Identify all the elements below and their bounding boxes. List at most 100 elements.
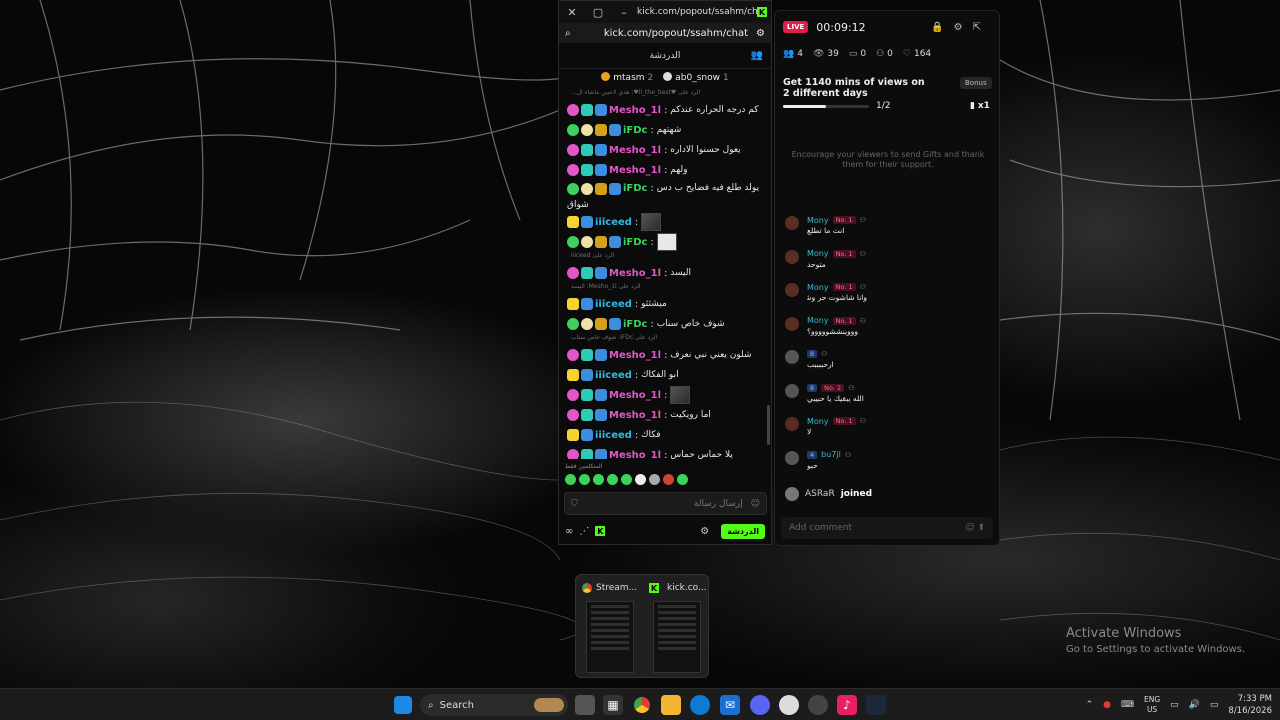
tiktok-icon[interactable]: ♪ [837,695,857,715]
chat-message[interactable]: Mesho_1l: يعول حسنوا الاداره [559,140,771,160]
taskbar-search[interactable]: ⌕ Search [420,694,568,716]
chat-message[interactable]: iiiceed: [559,212,771,232]
emoji-icon[interactable]: ☺ [965,523,974,533]
lock-icon[interactable]: 🔒 [931,22,953,33]
chat-username[interactable]: iiiceed [595,299,632,310]
mail-icon[interactable]: ✉ [720,695,740,715]
chat-message[interactable]: iFDc: يولد طلع فيه فضايح ب دس [559,180,771,210]
chat-message[interactable]: Mesho_1l: كم درجه الحراره عندكم [559,100,771,120]
chat-message[interactable]: iFDc: [559,232,771,252]
feed-comment[interactable]: Mony No. 1 ⚇ انت ما تطلع [781,214,995,248]
pinned-user[interactable]: mtasm 2 [601,71,653,83]
battery-icon[interactable]: ▭ [1210,700,1219,710]
task-view-icon[interactable] [575,695,595,715]
chat-username[interactable]: Mesho_1l [609,268,661,279]
chat-username[interactable]: iFDc [623,125,648,136]
send-button[interactable]: الدردشة [721,523,765,539]
chat-message[interactable]: iiiceed: فكاك [559,425,771,445]
chat-username[interactable]: Mesho_1l [609,105,661,116]
edge-icon[interactable] [690,695,710,715]
network-icon[interactable]: ▭ [1170,700,1179,710]
file-explorer-icon[interactable] [661,695,681,715]
steam-icon[interactable] [866,695,886,715]
chat-scrollbar[interactable] [767,405,770,445]
chat-username[interactable]: Mesho_1l [609,165,661,176]
chat-username[interactable]: Mesho_1l [609,450,661,460]
chat-username[interactable]: iiiceed [595,430,632,441]
emote-icon[interactable] [607,474,618,485]
chat-image[interactable] [670,386,691,404]
url-bar[interactable]: ⌕ kick.com/popout/ssahm/chat ⚙ [559,23,771,43]
settings-icon[interactable]: ⚙ [756,28,765,39]
chat-image[interactable] [656,233,677,251]
feed-username[interactable]: Mony [807,249,829,258]
chat-username[interactable]: iFDc [623,319,648,330]
feed-username[interactable]: bu7jl [821,450,841,459]
chat-username[interactable]: Mesho_1l [609,350,661,361]
obs-icon[interactable] [808,695,828,715]
emote-icon[interactable] [677,474,688,485]
chat-username[interactable]: Mesho_1l [609,410,661,421]
preview-kick[interactable]: Kkick.co... [643,575,710,679]
emote-icon[interactable] [565,474,576,485]
chat-username[interactable]: iiiceed [595,217,632,228]
store-icon[interactable]: ▦ [603,695,623,715]
chat-image[interactable] [641,213,662,231]
keyboard-icon[interactable]: ⌨ [1121,700,1134,710]
chat-message[interactable]: iFDc: شهتهم [559,120,771,140]
feed-username[interactable]: Mony [807,283,829,292]
feed-comment[interactable]: 8 ⚇ ارحببببب [781,348,995,382]
emote-icon[interactable] [663,474,674,485]
chat-username[interactable]: Mesho_1l [609,390,661,401]
chat-username[interactable]: iFDc [623,237,648,248]
emote-icon[interactable] [649,474,660,485]
feed-comment[interactable]: MonyNo. 1⚇وانا شاشوت حر وشو اول يوم [781,281,995,315]
language-indicator[interactable]: ENG US [1144,695,1160,715]
settings-app-icon[interactable] [779,695,799,715]
emoji-icon[interactable]: ☺ [751,499,760,509]
gear-icon[interactable]: ⚙ [954,22,973,33]
maximize-icon[interactable]: ▢ [585,6,611,19]
chat-message[interactable]: Mesho_1l: [559,385,771,405]
feed-comment[interactable]: 8 No. 2 ⚇ الله يبقيك يا حبيبي [781,382,995,416]
emote-icon[interactable] [635,474,646,485]
chat-message[interactable]: iiiceed: ميشثثو [559,294,771,314]
feed-comment[interactable]: Mony No. 1 ⚇ لا [781,415,995,449]
volume-icon[interactable]: 🔊 [1189,700,1200,710]
emote-icon[interactable] [579,474,590,485]
discord-icon[interactable] [750,695,770,715]
feed-username[interactable]: Mony [807,417,829,426]
minimize-icon[interactable]: – [611,6,637,19]
infinity-icon[interactable]: ∞ [565,526,573,537]
chat-message[interactable]: iiiceed: ابو الفكاك [559,365,771,385]
chat-username[interactable]: Mesho_1l [609,145,661,156]
chat-message[interactable]: Mesho_1l: يلا حماس حماس [559,445,771,459]
comment-input[interactable]: Add comment ☺ ⬆ [781,517,993,539]
share-icon[interactable]: ⋰ [579,526,589,537]
chat-input[interactable]: ⛉ إرسال رسالة ☺ [564,492,767,515]
emote-icon[interactable] [593,474,604,485]
chat-username[interactable]: iiiceed [595,370,632,381]
chat-message[interactable]: Mesho_1l: اما رويكيت [559,405,771,425]
chevron-up-icon[interactable]: ⌃ [1086,700,1094,710]
feed-username[interactable]: Mony [807,316,829,325]
chat-username[interactable]: iFDc [623,183,648,194]
chat-message[interactable]: Mesho_1l: اليسد [559,263,771,283]
feed-comment[interactable]: Mony No. 1 ⚇ وووينششووووو؟ [781,315,995,349]
feed-comment[interactable]: Mony No. 1 ⚇ متوحد [781,248,995,282]
close-icon[interactable]: ✕ [559,6,585,19]
chat-message[interactable]: Mesho_1l: ولهم [559,160,771,180]
emote-icon[interactable] [621,474,632,485]
microphone-icon[interactable]: ● [1103,700,1111,710]
feed-comment[interactable]: 4 bu7jl ⚇ حبو [781,449,995,483]
users-icon[interactable]: 👥 [751,50,763,61]
preview-stream[interactable]: Stream... [576,575,643,679]
pinned-user[interactable]: ab0_snow 1 [663,71,729,83]
clock[interactable]: 7:33 PM 8/16/2026 [1228,693,1272,717]
shield-icon[interactable]: ⛉ [571,499,578,509]
feed-username[interactable]: Mony [807,216,829,225]
popout-icon[interactable]: ⇱ [973,22,991,33]
settings-icon[interactable]: ⚙ [700,526,709,537]
send-arrow-icon[interactable]: ⬆ [977,523,985,533]
chrome-taskbar-icon[interactable] [632,695,652,715]
